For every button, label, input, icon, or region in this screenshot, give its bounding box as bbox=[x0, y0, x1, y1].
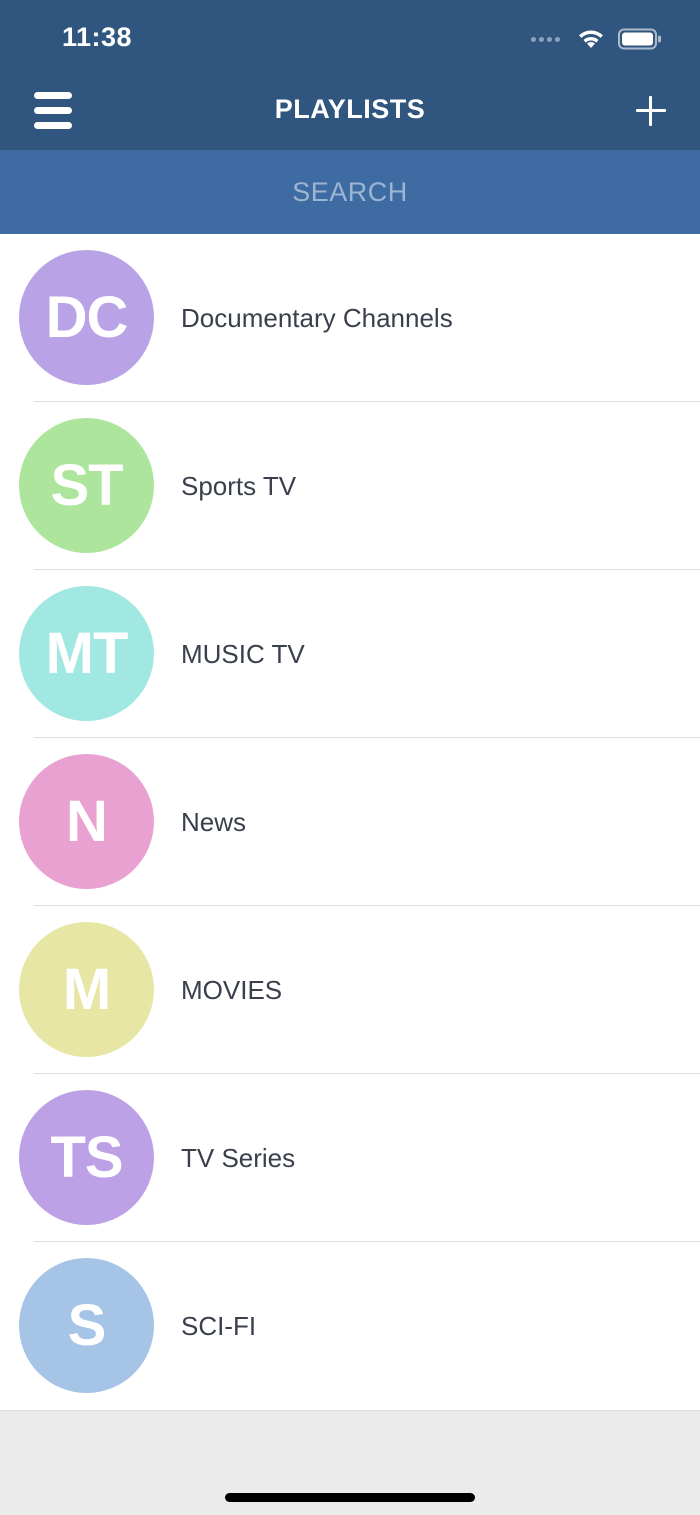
plus-icon[interactable] bbox=[636, 96, 666, 126]
playlist-name: SCI-FI bbox=[181, 1311, 257, 1341]
playlist-avatar: TS bbox=[19, 1090, 154, 1225]
playlist-name: Sports TV bbox=[181, 471, 297, 501]
battery-icon bbox=[618, 28, 661, 50]
navigation-bar: 11:38 PLAYLISTS bbox=[0, 0, 700, 150]
playlist-name: News bbox=[181, 807, 247, 837]
status-icons bbox=[531, 26, 662, 52]
playlist-item[interactable]: S SCI-FI bbox=[0, 1242, 700, 1410]
playlist-item[interactable]: N News bbox=[0, 738, 700, 906]
playlist-name: TV Series bbox=[181, 1143, 296, 1173]
playlist-avatar: ST bbox=[19, 418, 154, 553]
playlist-item[interactable]: ST Sports TV bbox=[0, 402, 700, 570]
home-indicator bbox=[225, 1493, 475, 1502]
playlist-item[interactable]: MT MUSIC TV bbox=[0, 570, 700, 738]
playlist-avatar: N bbox=[19, 754, 154, 889]
playlist-name: MUSIC TV bbox=[181, 639, 305, 669]
playlists-screen: 11:38 PLAYLISTS DCDocumentary Channel bbox=[0, 0, 700, 1515]
playlist-item[interactable]: M MOVIES bbox=[0, 906, 700, 1074]
status-time: 11:38 bbox=[62, 22, 133, 52]
playlist-avatar: S bbox=[19, 1258, 154, 1393]
wifi-icon bbox=[579, 30, 603, 48]
playlist-avatar: MT bbox=[19, 586, 154, 721]
playlist-item[interactable]: DC Documentary Channels bbox=[0, 234, 700, 402]
playlist-item[interactable]: TS TV Series bbox=[0, 1074, 700, 1242]
page-title: PLAYLISTS bbox=[274, 94, 426, 124]
playlist-name: MOVIES bbox=[181, 975, 283, 1005]
search-bar bbox=[0, 150, 700, 234]
playlist-avatar: DC bbox=[19, 250, 154, 385]
cellular-signal-icon bbox=[531, 36, 560, 42]
playlist-avatar: M bbox=[19, 922, 154, 1057]
search-input[interactable] bbox=[0, 150, 700, 234]
playlist-name: Documentary Channels bbox=[181, 303, 453, 333]
playlist-list: DC Documentary Channels ST Sports TV MT MUSIC… bbox=[0, 234, 700, 1411]
